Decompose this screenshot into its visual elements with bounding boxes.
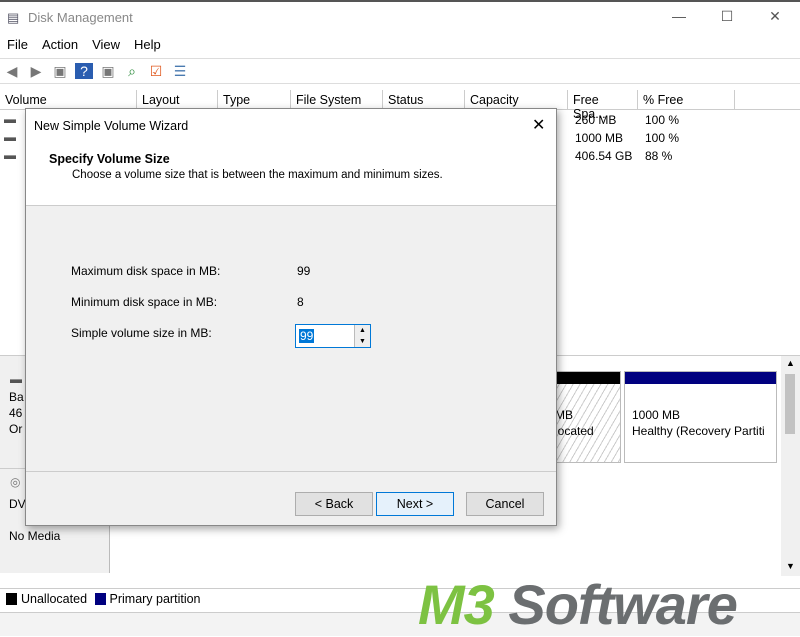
column-layout[interactable]: Layout <box>137 90 218 110</box>
close-button[interactable]: ✕ <box>760 8 790 25</box>
dialog-title: New Simple Volume Wizard <box>34 119 189 133</box>
dvd-name: DV <box>9 497 26 511</box>
recovery-status: Healthy (Recovery Partiti <box>632 424 765 438</box>
m3-software-watermark: M3 Software <box>418 573 738 636</box>
back-button[interactable]: < Back <box>295 492 373 516</box>
volume-icon: ▬ <box>4 148 16 162</box>
unallocated-label: located <box>555 424 594 438</box>
wizard-header: New Simple Volume Wizard ✕ Specify Volum… <box>26 109 556 206</box>
scroll-thumb[interactable] <box>785 374 795 434</box>
recovery-partition[interactable]: 1000 MB Healthy (Recovery Partiti <box>624 371 777 463</box>
menu-file[interactable]: File <box>0 34 35 52</box>
help-icon[interactable]: ? <box>75 63 93 79</box>
cancel-button[interactable]: Cancel <box>466 492 544 516</box>
unallocated-partition[interactable]: MB located <box>552 371 621 463</box>
next-button[interactable]: Next > <box>376 492 454 516</box>
legend-unallocated: Unallocated <box>21 592 88 606</box>
min-value: 8 <box>297 295 304 309</box>
row-free: 260 MB <box>575 113 617 127</box>
dvd-icon: ◎ <box>10 475 21 489</box>
unallocated-swatch <box>6 593 17 605</box>
menu-action[interactable]: Action <box>35 34 85 52</box>
divider <box>26 471 556 472</box>
dvd-status: No Media <box>9 529 61 543</box>
row-pct: 88 % <box>645 149 673 163</box>
volume-list-header: Volume Layout Type File System Status Ca… <box>0 90 800 121</box>
toolbar: ◀ ▶ ▣? ▣ ⌕ ☑ ☰ <box>0 58 800 84</box>
new-simple-volume-wizard: New Simple Volume Wizard ✕ Specify Volum… <box>25 108 557 526</box>
properties-icon[interactable]: ☰ <box>171 63 189 79</box>
window-title: Disk Management <box>28 10 133 25</box>
maximize-button[interactable]: ☐ <box>712 8 742 25</box>
volume-size-input[interactable]: 99 <box>299 329 315 343</box>
row-pct: 100 % <box>645 113 680 127</box>
title-bar: ▤ Disk Management — ☐ ✕ <box>0 0 800 32</box>
volume-icon: ▬ <box>4 112 16 126</box>
primary-swatch <box>94 593 106 605</box>
scrollbar[interactable]: ▲ ▼ <box>781 356 800 576</box>
connect-disk-icon[interactable]: ⌕ <box>123 63 141 79</box>
row-free: 1000 MB <box>575 131 624 145</box>
spin-up-icon[interactable]: ▲ <box>355 325 370 336</box>
size-label: Simple volume size in MB: <box>71 326 212 340</box>
dialog-close-button[interactable]: ✕ <box>532 115 545 135</box>
disk-management-icon: ▤ <box>7 10 20 25</box>
back-arrow-icon[interactable]: ◀ <box>3 63 21 79</box>
spin-down-icon[interactable]: ▼ <box>355 336 370 347</box>
minimize-button[interactable]: — <box>664 8 694 24</box>
column-percent-free[interactable]: % Free <box>638 90 735 110</box>
max-value: 99 <box>297 264 311 278</box>
disk0-size: 46 <box>9 406 23 420</box>
volume-size-stepper[interactable]: 99 ▲ ▼ <box>295 324 371 348</box>
disk0-name: Ba <box>9 390 24 404</box>
column-status[interactable]: Status <box>383 90 465 110</box>
unallocated-size: MB <box>555 408 573 422</box>
disk-icon: ▬ <box>10 372 22 386</box>
disk0-status: Or <box>9 422 23 436</box>
min-label: Minimum disk space in MB: <box>71 295 218 309</box>
console-tree-icon[interactable]: ▣ <box>51 63 69 79</box>
scroll-up-icon[interactable]: ▲ <box>786 358 795 368</box>
wizard-heading: Specify Volume Size <box>49 152 170 166</box>
action-pane-icon[interactable]: ▣ <box>99 63 117 79</box>
column-free-space[interactable]: Free Spa... <box>568 90 638 121</box>
row-free: 406.54 GB <box>575 149 633 163</box>
column-file-system[interactable]: File System <box>291 90 383 110</box>
row-pct: 100 % <box>645 131 680 145</box>
checklist-icon[interactable]: ☑ <box>147 63 165 79</box>
volume-icon: ▬ <box>4 130 16 144</box>
column-capacity[interactable]: Capacity <box>465 90 568 110</box>
wizard-subheading: Choose a volume size that is between the… <box>72 169 443 181</box>
scroll-down-icon[interactable]: ▼ <box>786 561 795 571</box>
menu-view[interactable]: View <box>85 34 127 52</box>
forward-arrow-icon[interactable]: ▶ <box>27 63 45 79</box>
max-label: Maximum disk space in MB: <box>71 264 221 278</box>
column-type[interactable]: Type <box>218 90 291 110</box>
legend-primary: Primary partition <box>109 592 201 606</box>
menu-bar: File Action View Help <box>0 34 800 56</box>
menu-help[interactable]: Help <box>127 34 168 52</box>
recovery-size: 1000 MB <box>632 408 681 422</box>
column-volume[interactable]: Volume <box>0 90 137 110</box>
